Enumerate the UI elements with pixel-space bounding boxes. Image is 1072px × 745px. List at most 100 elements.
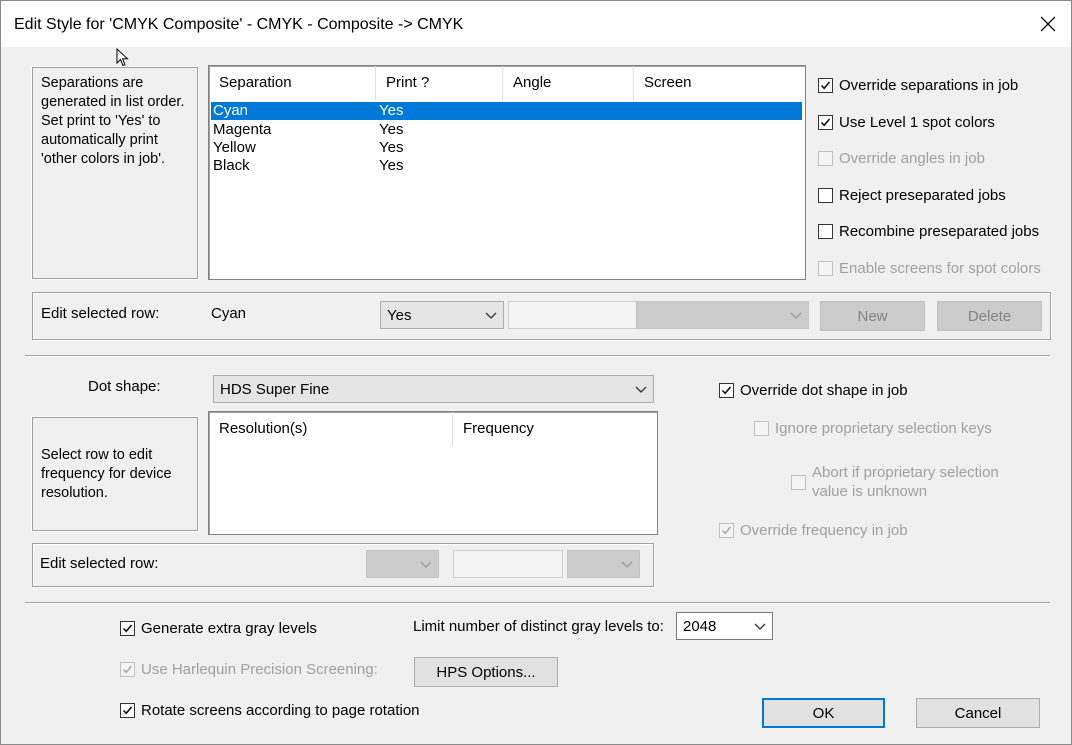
frequency-edit-label: Edit selected row: [40, 555, 159, 572]
cell-separation: Yellow [213, 139, 256, 156]
cell-print: Yes [379, 139, 404, 156]
edit-resolution-select[interactable] [366, 550, 439, 578]
chevron-down-icon [635, 386, 647, 393]
override-angles-label: Override angles in job [839, 150, 985, 167]
chevron-down-icon [621, 561, 633, 568]
recombine-preseparated-checkbox[interactable]: Recombine preseparated jobs [818, 223, 1039, 240]
mouse-cursor-icon [116, 48, 129, 67]
checkbox-box [818, 261, 833, 276]
col-screen[interactable]: Screen [634, 66, 803, 100]
checkbox-box [818, 188, 833, 203]
generate-extra-gray-checkbox[interactable]: Generate extra gray levels [120, 620, 317, 637]
check-icon [122, 706, 133, 715]
check-icon [122, 665, 133, 674]
window-title: Edit Style for 'CMYK Composite' - CMYK -… [14, 16, 464, 33]
separations-hint-text: Separations are generated in list order.… [41, 75, 185, 167]
checkbox-box [120, 662, 135, 677]
check-icon [721, 526, 732, 535]
override-frequency-checkbox[interactable]: Override frequency in job [719, 522, 908, 539]
title-bar: Edit Style for 'CMYK Composite' - CMYK -… [1, 1, 1071, 47]
limit-gray-label: Limit number of distinct gray levels to: [413, 618, 664, 635]
hps-options-button[interactable]: HPS Options... [414, 657, 558, 687]
close-button[interactable] [1025, 1, 1071, 47]
enable-screens-spot-checkbox[interactable]: Enable screens for spot colors [818, 260, 1041, 277]
frequency-list[interactable]: Resolution(s) Frequency [208, 411, 658, 535]
edit-screen-select[interactable] [636, 301, 809, 329]
edit-angle-field[interactable] [508, 301, 637, 329]
override-dot-shape-checkbox[interactable]: Override dot shape in job [719, 382, 908, 399]
separations-hint: Separations are generated in list order.… [31, 66, 199, 280]
chevron-down-icon [790, 312, 802, 319]
cell-separation: Magenta [213, 121, 272, 138]
ignore-keys-label: Ignore proprietary selection keys [775, 420, 992, 437]
chevron-down-icon [485, 312, 497, 319]
dot-shape-value: HDS Super Fine [220, 380, 330, 398]
separations-list[interactable]: Separation Print ? Angle Screen Cyan Yes… [208, 65, 806, 280]
check-icon [820, 81, 831, 90]
recombine-preseparated-label: Recombine preseparated jobs [839, 223, 1040, 240]
edit-frequency-select[interactable] [567, 550, 640, 578]
check-icon [122, 624, 133, 633]
frequency-edit-row: Edit selected row: [32, 543, 654, 587]
checkbox-box [791, 474, 806, 490]
cell-print: Yes [379, 102, 404, 119]
col-separation[interactable]: Separation [209, 66, 376, 100]
hps-label: Use Harlequin Precision Screening: [141, 661, 378, 678]
checkbox-box [120, 621, 135, 636]
override-separations-label: Override separations in job [839, 77, 1019, 94]
col-frequency[interactable]: Frequency [453, 412, 655, 446]
checkbox-box [818, 224, 833, 239]
separations-edit-row: Edit selected row: Cyan Yes New Delete [32, 292, 1051, 340]
cell-print: Yes [379, 157, 404, 174]
frequency-hint: Select row to edit frequency for device … [31, 416, 199, 532]
abort-unknown-checkbox[interactable]: Abort if proprietary selection value is … [791, 463, 999, 501]
rotate-screens-label: Rotate screens according to page rotatio… [141, 702, 420, 719]
gray-levels-select[interactable]: 2048 [676, 612, 773, 640]
close-icon [1040, 16, 1056, 32]
new-button[interactable]: New [820, 301, 925, 331]
dot-shape-label: Dot shape: [88, 378, 161, 395]
edit-print-select[interactable]: Yes [380, 301, 504, 329]
table-row[interactable]: Black Yes [211, 157, 802, 175]
cell-separation: Black [213, 157, 250, 174]
edit-separation-name: Cyan [211, 305, 247, 322]
override-separations-checkbox[interactable]: Override separations in job [818, 77, 1018, 94]
override-dot-shape-label: Override dot shape in job [740, 382, 908, 399]
chevron-down-icon [754, 623, 766, 630]
cancel-button[interactable]: Cancel [916, 698, 1040, 728]
rotate-screens-checkbox[interactable]: Rotate screens according to page rotatio… [120, 702, 420, 719]
reject-preseparated-checkbox[interactable]: Reject preseparated jobs [818, 187, 1006, 204]
check-icon [820, 118, 831, 127]
col-print[interactable]: Print ? [376, 66, 503, 100]
table-row[interactable]: Yellow Yes [211, 139, 802, 157]
override-angles-checkbox[interactable]: Override angles in job [818, 150, 985, 167]
edit-selected-row-label: Edit selected row: [41, 305, 160, 322]
generate-extra-gray-label: Generate extra gray levels [141, 620, 317, 637]
checkbox-box [719, 383, 734, 398]
checkbox-box [120, 703, 135, 718]
checkbox-box [818, 78, 833, 93]
ok-button[interactable]: OK [762, 698, 885, 728]
hps-checkbox[interactable]: Use Harlequin Precision Screening: [120, 661, 378, 678]
checkbox-box [754, 421, 769, 436]
use-level1-spot-checkbox[interactable]: Use Level 1 spot colors [818, 114, 995, 131]
table-row[interactable]: Cyan Yes [211, 102, 802, 120]
table-row[interactable]: Magenta Yes [211, 121, 802, 139]
check-icon [721, 386, 732, 395]
delete-button[interactable]: Delete [937, 301, 1042, 331]
abort-unknown-label-line1: Abort if proprietary selection [812, 464, 999, 481]
edit-style-dialog: Edit Style for 'CMYK Composite' - CMYK -… [0, 0, 1072, 745]
checkbox-box [818, 151, 833, 166]
col-resolution[interactable]: Resolution(s) [209, 412, 453, 446]
gray-levels-value: 2048 [683, 617, 717, 635]
ignore-keys-checkbox[interactable]: Ignore proprietary selection keys [754, 420, 992, 437]
cell-separation: Cyan [213, 102, 249, 119]
reject-preseparated-label: Reject preseparated jobs [839, 187, 1006, 204]
abort-unknown-label-line2: value is unknown [812, 483, 928, 500]
chevron-down-icon [420, 561, 432, 568]
override-frequency-label: Override frequency in job [740, 522, 908, 539]
frequency-hint-text: Select row to edit frequency for device … [41, 446, 172, 501]
col-angle[interactable]: Angle [503, 66, 634, 100]
edit-frequency-field[interactable] [453, 550, 563, 578]
dot-shape-select[interactable]: HDS Super Fine [213, 375, 654, 403]
